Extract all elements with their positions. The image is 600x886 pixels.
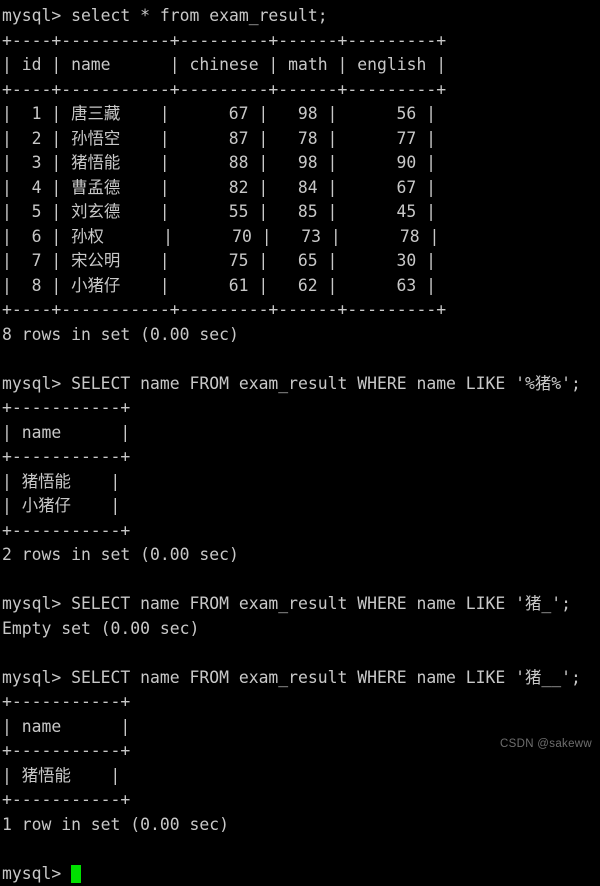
- terminal-line: | name |: [2, 421, 600, 446]
- terminal-line: +-----------+: [2, 788, 600, 813]
- terminal-line: | 1 | 唐三藏 | 67 | 98 | 56 |: [2, 102, 600, 127]
- terminal-line: 2 rows in set (0.00 sec): [2, 543, 600, 568]
- terminal-line: | 5 | 刘玄德 | 55 | 85 | 45 |: [2, 200, 600, 225]
- terminal-line: [2, 641, 600, 666]
- terminal-line: mysql> SELECT name FROM exam_result WHER…: [2, 372, 600, 397]
- terminal-line: | 2 | 孙悟空 | 87 | 78 | 77 |: [2, 127, 600, 152]
- terminal-line: | 6 | 孙权 | 70 | 73 | 78 |: [2, 225, 600, 250]
- terminal-line: | 4 | 曹孟德 | 82 | 84 | 67 |: [2, 176, 600, 201]
- terminal-line: +----+-----------+---------+------+-----…: [2, 298, 600, 323]
- terminal-line: mysql> SELECT name FROM exam_result WHER…: [2, 592, 600, 617]
- terminal-output: mysql> select * from exam_result;+----+-…: [2, 4, 600, 862]
- terminal-line: +----+-----------+---------+------+-----…: [2, 29, 600, 54]
- terminal-line: | id | name | chinese | math | english |: [2, 53, 600, 78]
- terminal-line: | 小猪仔 |: [2, 494, 600, 519]
- terminal-line: mysql> SELECT name FROM exam_result WHER…: [2, 666, 600, 691]
- terminal-line: | 7 | 宋公明 | 75 | 65 | 30 |: [2, 249, 600, 274]
- terminal-line: +-----------+: [2, 690, 600, 715]
- watermark-label: CSDN @sakeww: [500, 738, 592, 750]
- terminal-line: +----+-----------+---------+------+-----…: [2, 78, 600, 103]
- terminal-line: +-----------+: [2, 445, 600, 470]
- terminal-line: | name |: [2, 715, 600, 740]
- terminal-line: Empty set (0.00 sec): [2, 617, 600, 642]
- terminal-line: [2, 347, 600, 372]
- terminal-line: [2, 837, 600, 862]
- shell-prompt: mysql>: [2, 862, 71, 886]
- terminal-line: | 猪悟能 |: [2, 470, 600, 495]
- terminal-line: | 猪悟能 |: [2, 764, 600, 789]
- terminal-line: | 3 | 猪悟能 | 88 | 98 | 90 |: [2, 151, 600, 176]
- terminal-line: | 8 | 小猪仔 | 61 | 62 | 63 |: [2, 274, 600, 299]
- terminal-line: +-----------+: [2, 396, 600, 421]
- text-cursor: [71, 865, 81, 883]
- terminal-line: [2, 568, 600, 593]
- terminal-line: 1 row in set (0.00 sec): [2, 813, 600, 838]
- terminal-line: 8 rows in set (0.00 sec): [2, 323, 600, 348]
- terminal-window[interactable]: mysql> select * from exam_result;+----+-…: [0, 0, 600, 764]
- terminal-line: +-----------+: [2, 519, 600, 544]
- terminal-line: mysql> select * from exam_result;: [2, 4, 600, 29]
- terminal-input-line[interactable]: mysql>: [2, 862, 600, 886]
